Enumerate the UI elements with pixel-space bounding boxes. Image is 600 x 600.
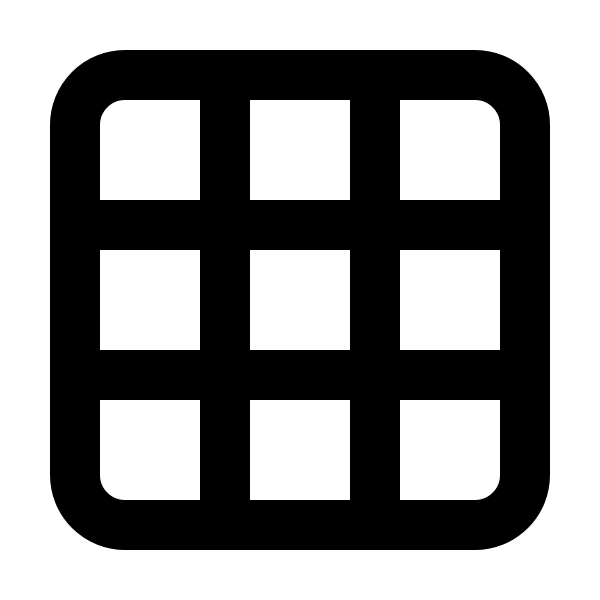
icon-canvas — [0, 0, 600, 600]
grid-frame — [50, 50, 550, 550]
grid-icon — [50, 50, 550, 550]
